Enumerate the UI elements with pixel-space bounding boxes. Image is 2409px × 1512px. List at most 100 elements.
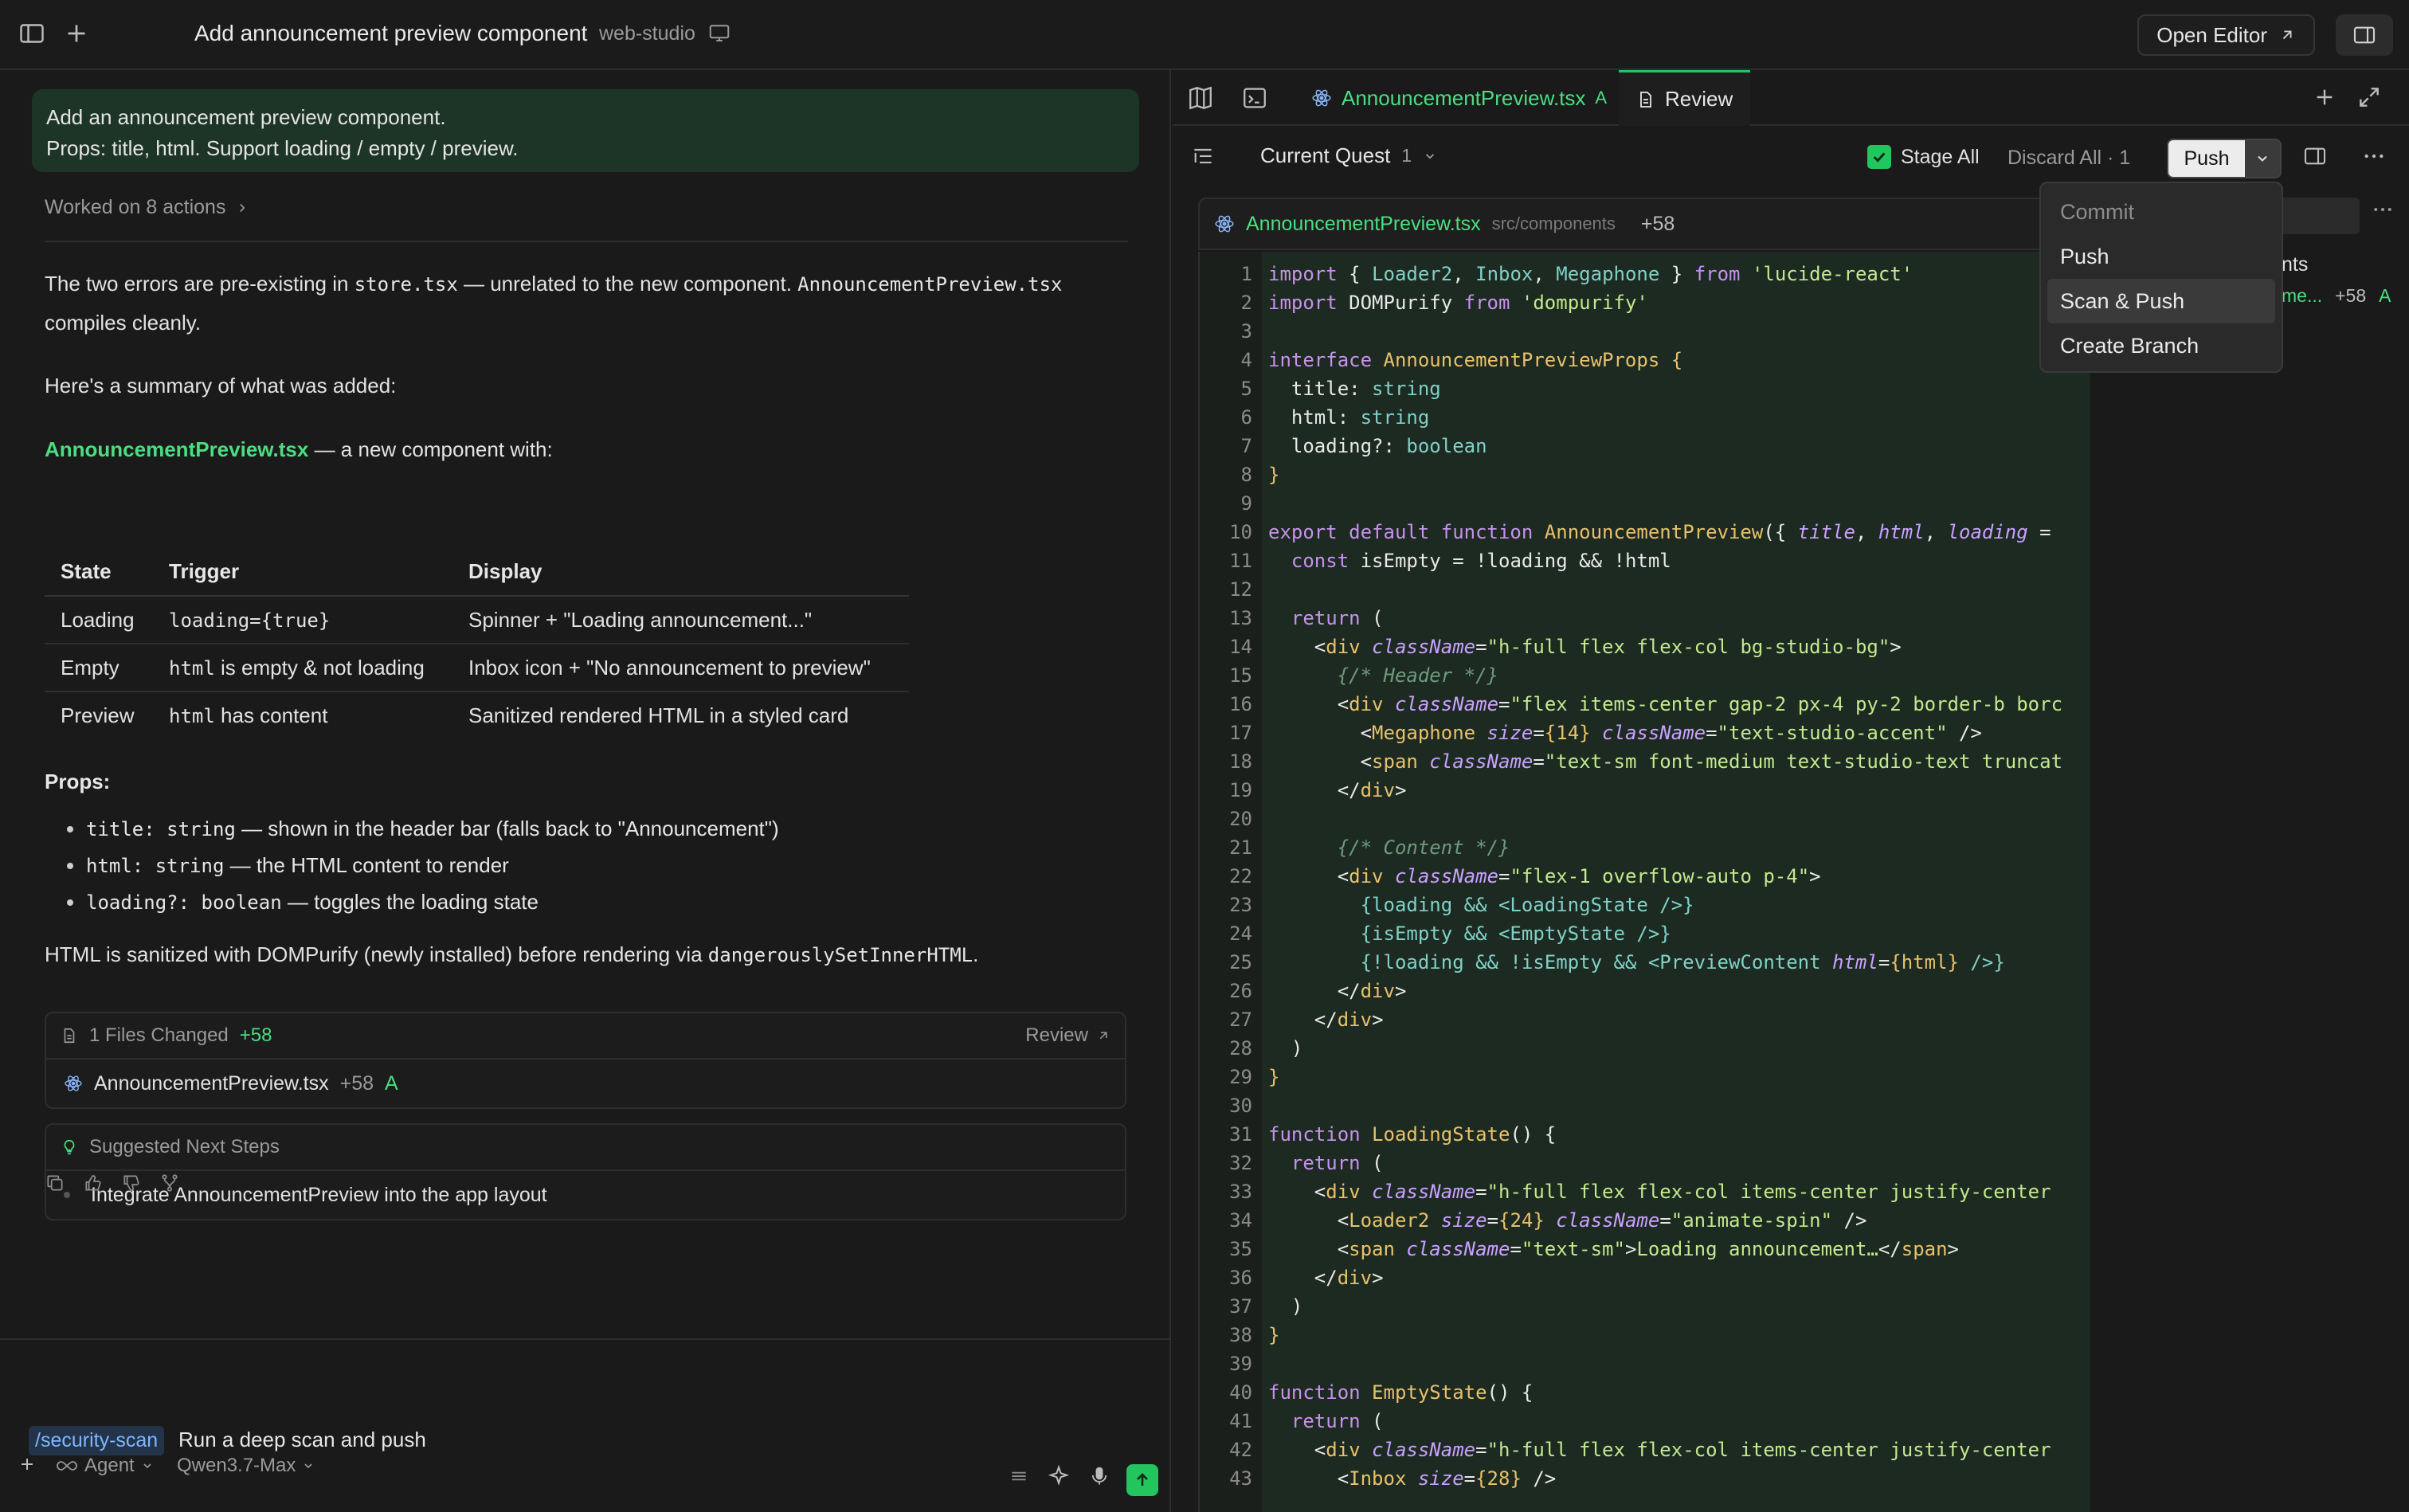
more-icon[interactable] [2361,143,2388,170]
quest-count: 1 [1401,145,1412,166]
changed-file-row[interactable]: AnnouncementPreview.tsx +58 A [46,1060,1125,1107]
list-item: loading?: boolean — toggles the loading … [67,884,779,921]
sparkle-icon[interactable] [1047,1464,1071,1488]
menu-item-scan-push[interactable]: Scan & Push [2047,279,2275,323]
new-chat-icon[interactable] [62,19,91,48]
files-changed-label: 1 Files Changed [89,1024,229,1046]
table-header: Trigger [153,548,452,597]
text: is empty & not loading [214,655,425,680]
diff-file-path: src/components [1491,213,1616,233]
table-cell: loading={true} [153,596,452,644]
next-steps-card: Suggested Next Steps Integrate Announcem… [45,1123,1126,1220]
response-paragraph-1: The two errors are pre-existing in store… [45,264,1144,342]
table-cell: Sanitized rendered HTML in a styled card [468,703,849,727]
text: — unrelated to the new component. [457,272,798,296]
lightbulb-icon [61,1138,78,1156]
quest-label: Current Quest [1260,143,1391,167]
changes-sidepanel: nts me... +58 A [2097,198,2409,1512]
inline-code: store.tsx [354,273,458,296]
prompt-line-2: Props: title, html. Support loading / em… [46,136,519,160]
tree-list-icon[interactable] [1190,143,1217,170]
sidebar-panel-icon[interactable] [2302,143,2329,170]
send-button[interactable] [1126,1464,1158,1496]
props-list: title: string — shown in the header bar … [67,811,779,921]
sidebar-toggle-icon[interactable] [18,19,46,48]
mode-selector[interactable]: Agent [56,1455,154,1477]
diff-file-header[interactable]: AnnouncementPreview.tsx src/components +… [1198,198,2090,250]
table-header-row: State Trigger Display [45,548,909,597]
copy-icon[interactable] [45,1173,65,1193]
inline-code: html [169,656,215,680]
divider [45,241,1128,242]
inline-code: title: string [86,818,236,840]
feedback-bar [45,1173,180,1193]
table-cell: Preview [61,703,135,727]
text: HTML is sanitized with DOMPurify (newly … [45,942,708,966]
panel-layout-button[interactable] [2336,14,2393,56]
text: — toggles the loading state [281,890,539,914]
inline-code: html: string [86,855,225,877]
menu-item-create-branch[interactable]: Create Branch [2047,323,2275,368]
tab-file[interactable]: AnnouncementPreview.tsx A [1299,70,1620,126]
terminal-icon[interactable] [1241,84,1268,112]
menu-item-push[interactable]: Push [2047,234,2275,279]
push-button[interactable]: Push [2168,140,2245,177]
mode-label: Agent [84,1455,135,1476]
side-file-row[interactable]: me... +58 A [2282,285,2391,307]
chevron-down-icon [302,1459,315,1472]
worked-actions-toggle[interactable]: Worked on 8 actions [45,196,249,219]
model-selector[interactable]: Qwen3.7-Max [177,1455,315,1477]
stage-all-checkbox[interactable]: Stage All [1867,145,1980,169]
new-tab-icon[interactable] [2312,84,2339,112]
files-changed-card: 1 Files Changed +58 Review AnnouncementP… [45,1012,1126,1109]
prompt-line-1: Add an announcement preview component. [46,105,446,129]
quest-selector[interactable]: Current Quest 1 [1260,143,1437,168]
text: compiles cleanly. [45,311,202,335]
chat-pane: Add an announcement preview component. P… [0,70,1171,1512]
table-row: Loading loading={true} Spinner + "Loadin… [45,596,909,644]
inline-code: loading={true} [169,609,331,632]
user-prompt: Add an announcement preview component. P… [32,89,1139,172]
composer[interactable]: /security-scan Run a deep scan and push [0,1338,1169,1512]
external-link-icon [2278,26,2296,44]
response-paragraph-2: Here's a summary of what was added: [45,374,397,398]
side-section-label: nts [2282,253,2309,276]
text: The two errors are pre-existing in [45,272,354,296]
table-cell: Empty [45,644,153,692]
arrow-up-icon [1133,1471,1152,1490]
review-button[interactable]: Review [1025,1024,1110,1047]
code-diff-view[interactable]: 1 import { Loader2, Inbox, Megaphone } fr… [1198,252,2090,1512]
branch-icon[interactable] [159,1173,180,1193]
table-row: Preview html has content Sanitized rende… [45,691,909,739]
more-icon[interactable] [2371,198,2395,221]
text: . [973,942,979,966]
tab-review[interactable]: Review [1619,70,1751,126]
table-cell: html is empty & not loading [153,644,452,692]
discard-all-button[interactable]: Discard All · 1 [2007,147,2130,170]
push-button-group: Push [2167,139,2282,178]
book-icon[interactable] [1187,84,1214,112]
add-attachment-button[interactable] [18,1455,37,1474]
table-cell: Inbox icon + "No announcement to preview… [452,644,909,692]
files-changed-plus: +58 [239,1024,272,1046]
expand-icon[interactable] [2356,84,2384,112]
push-dropdown-button[interactable] [2245,140,2280,177]
text: — shown in the header bar (falls back to… [235,817,779,840]
tab-file-status: A [1595,88,1608,108]
push-dropdown-menu: Commit Push Scan & Push Create Branch [2039,182,2283,373]
panel-layout-icon [2352,22,2377,48]
next-step-item[interactable]: Integrate AnnouncementPreview into the a… [46,1171,1125,1219]
list-item: html: string — the HTML content to rende… [67,848,779,884]
file-link[interactable]: AnnouncementPreview.tsx [45,437,308,461]
composer-input[interactable]: Run a deep scan and push [178,1428,426,1452]
list-icon[interactable] [1009,1466,1029,1487]
open-editor-button[interactable]: Open Editor [2137,14,2315,56]
table-header: Display [452,548,909,597]
microphone-icon[interactable] [1088,1464,1110,1488]
command-chip[interactable]: /security-scan [29,1426,165,1455]
thumbs-up-icon[interactable] [83,1173,104,1193]
project-name: web-studio [599,22,695,45]
thumbs-down-icon[interactable] [121,1173,142,1193]
side-file-plus: +58 [2335,285,2367,306]
monitor-icon [707,21,731,45]
